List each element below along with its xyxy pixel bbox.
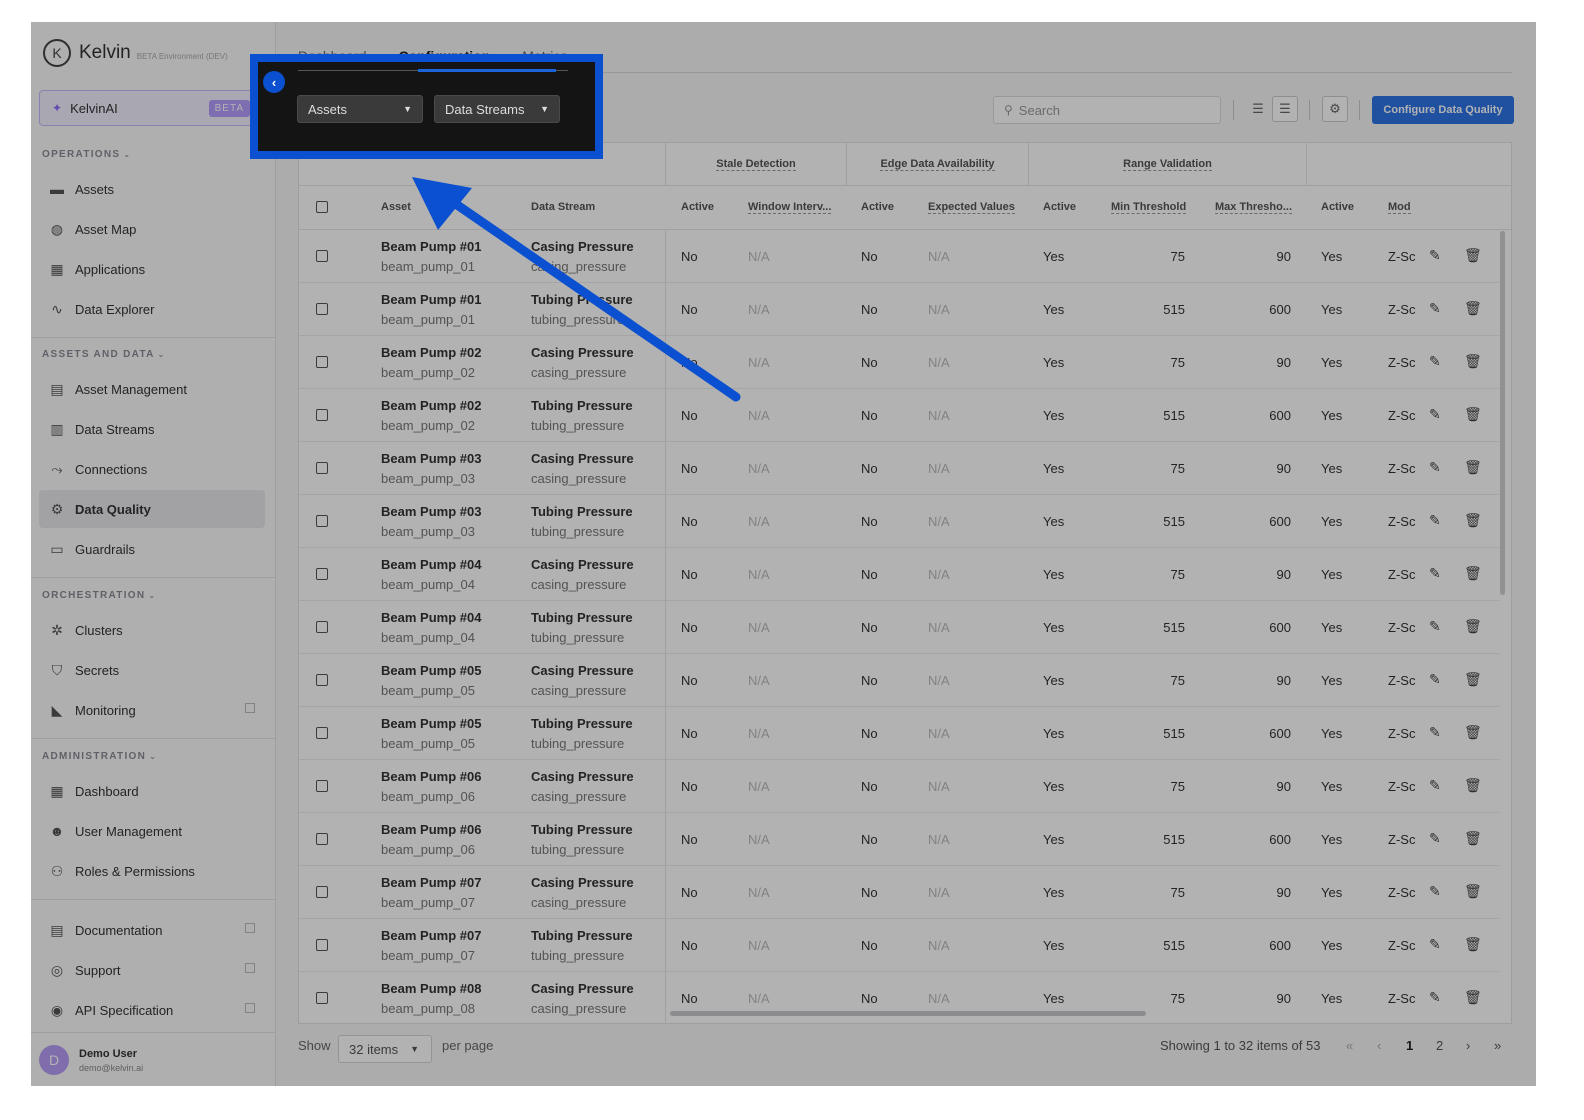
arrow-shaft — [445, 195, 741, 402]
tutorial-arrow — [412, 177, 741, 402]
